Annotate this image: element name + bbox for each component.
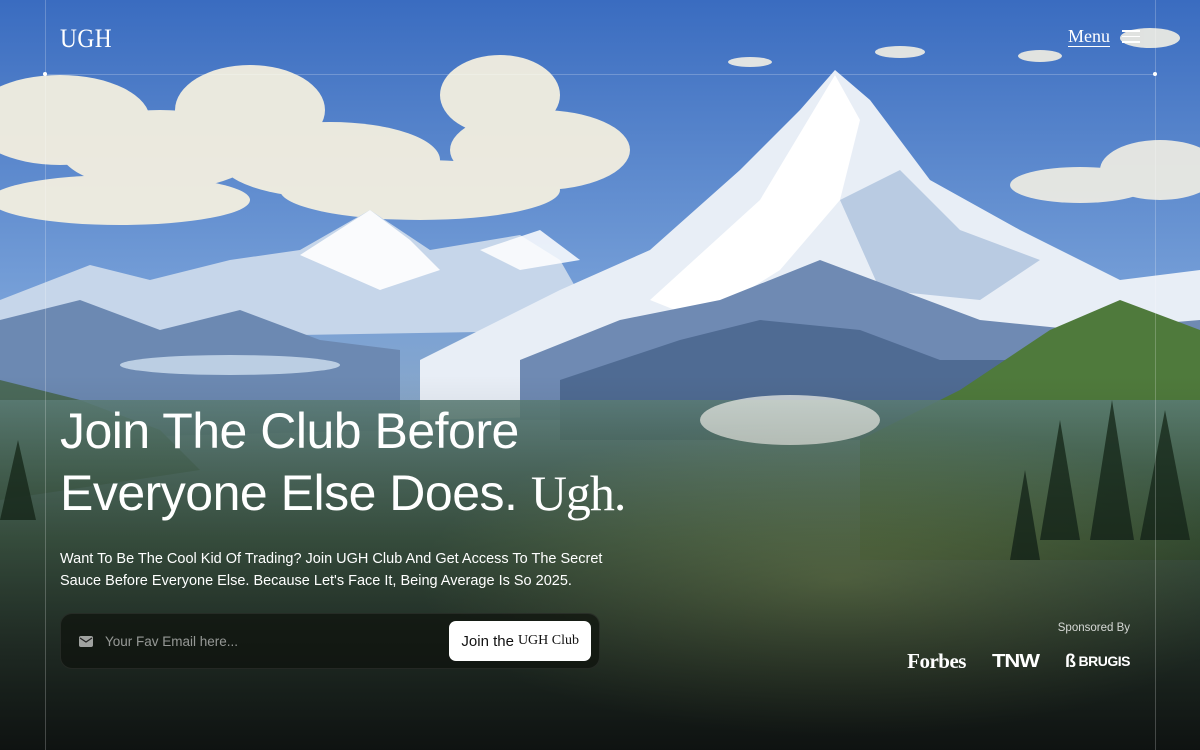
guide-line-top [45,74,1155,75]
hero-headline: Join The Club Before Everyone Else Does.… [60,400,627,524]
guide-dot-right [1153,72,1157,76]
hero-subheading: Want To Be The Cool Kid Of Trading? Join… [60,551,603,589]
signup-form: Join the UGH Club [60,613,600,669]
sponsored-by-label: Sponsored By [1057,622,1130,634]
guide-line-left [45,0,46,750]
guide-line-right [1155,0,1156,750]
menu-button[interactable]: Menu [1068,26,1140,47]
menu-label: Menu [1068,26,1110,46]
brugis-mark-icon: ß [1065,650,1076,671]
tnw-logo: TNW [991,649,1040,672]
join-button-prefix: Join the [461,632,514,650]
headline-line-2: Everyone Else Does. [60,465,518,521]
headline-accent: Ugh. [530,465,627,521]
email-input[interactable] [103,632,450,650]
brugis-logo: ß BRUGIS [1065,651,1130,672]
sponsor-logos: Forbes TNW ß BRUGIS [907,648,1130,674]
forbes-logo: Forbes [907,648,966,673]
landing-page: UGH Menu Join The Club Before Everyone E… [0,0,1200,750]
join-button-accent: UGH Club [517,633,579,648]
headline-line-1: Join The Club Before [60,403,519,459]
brugis-label: BRUGIS [1078,653,1131,669]
guide-dot-left [43,72,47,76]
hamburger-icon [1122,30,1140,43]
mail-icon [79,635,93,647]
join-club-button[interactable]: Join the UGH Club [449,621,591,661]
ugh-logo[interactable]: UGH [60,24,112,54]
